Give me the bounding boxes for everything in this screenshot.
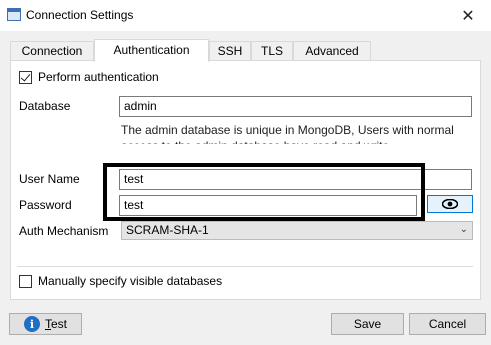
password-field[interactable]: test <box>119 195 417 216</box>
chevron-down-icon: ⌄ <box>459 224 468 235</box>
app-window-icon <box>7 8 21 21</box>
tab-advanced[interactable]: Advanced <box>293 41 371 61</box>
window-title: Connection Settings <box>26 8 134 22</box>
test-button-label: Test <box>44 317 67 331</box>
title-bar: Connection Settings ✕ <box>0 0 491 31</box>
tab-ssh[interactable]: SSH <box>209 41 251 61</box>
save-button[interactable]: Save <box>331 313 404 335</box>
visible-databases-label: Manually specify visible databases <box>38 274 223 288</box>
perform-authentication-label: Perform authentication <box>38 70 159 84</box>
divider <box>17 266 473 267</box>
close-button[interactable]: ✕ <box>445 0 491 31</box>
tab-connection[interactable]: Connection <box>10 41 94 61</box>
show-password-button[interactable] <box>427 195 473 213</box>
cancel-button[interactable]: Cancel <box>409 313 486 335</box>
tab-tls[interactable]: TLS <box>251 41 293 61</box>
password-label: Password <box>19 198 72 212</box>
auth-mechanism-select[interactable]: SCRAM-SHA-1 ⌄ <box>121 221 473 240</box>
tab-authentication[interactable]: Authentication <box>94 39 209 62</box>
username-field[interactable]: test <box>119 169 472 190</box>
auth-mechanism-label: Auth Mechanism <box>19 224 109 238</box>
perform-authentication-checkbox[interactable] <box>19 71 32 84</box>
database-label: Database <box>19 99 71 113</box>
eye-icon <box>442 199 458 209</box>
test-button[interactable]: i Test <box>9 313 82 335</box>
info-icon: i <box>23 316 40 332</box>
close-icon: ✕ <box>461 7 475 25</box>
username-label: User Name <box>19 172 80 186</box>
auth-mechanism-value: SCRAM-SHA-1 <box>126 223 209 237</box>
database-help-text: The admin database is unique in MongoDB,… <box>121 123 454 144</box>
visible-databases-checkbox[interactable] <box>19 275 32 288</box>
database-field[interactable]: admin <box>119 96 472 117</box>
